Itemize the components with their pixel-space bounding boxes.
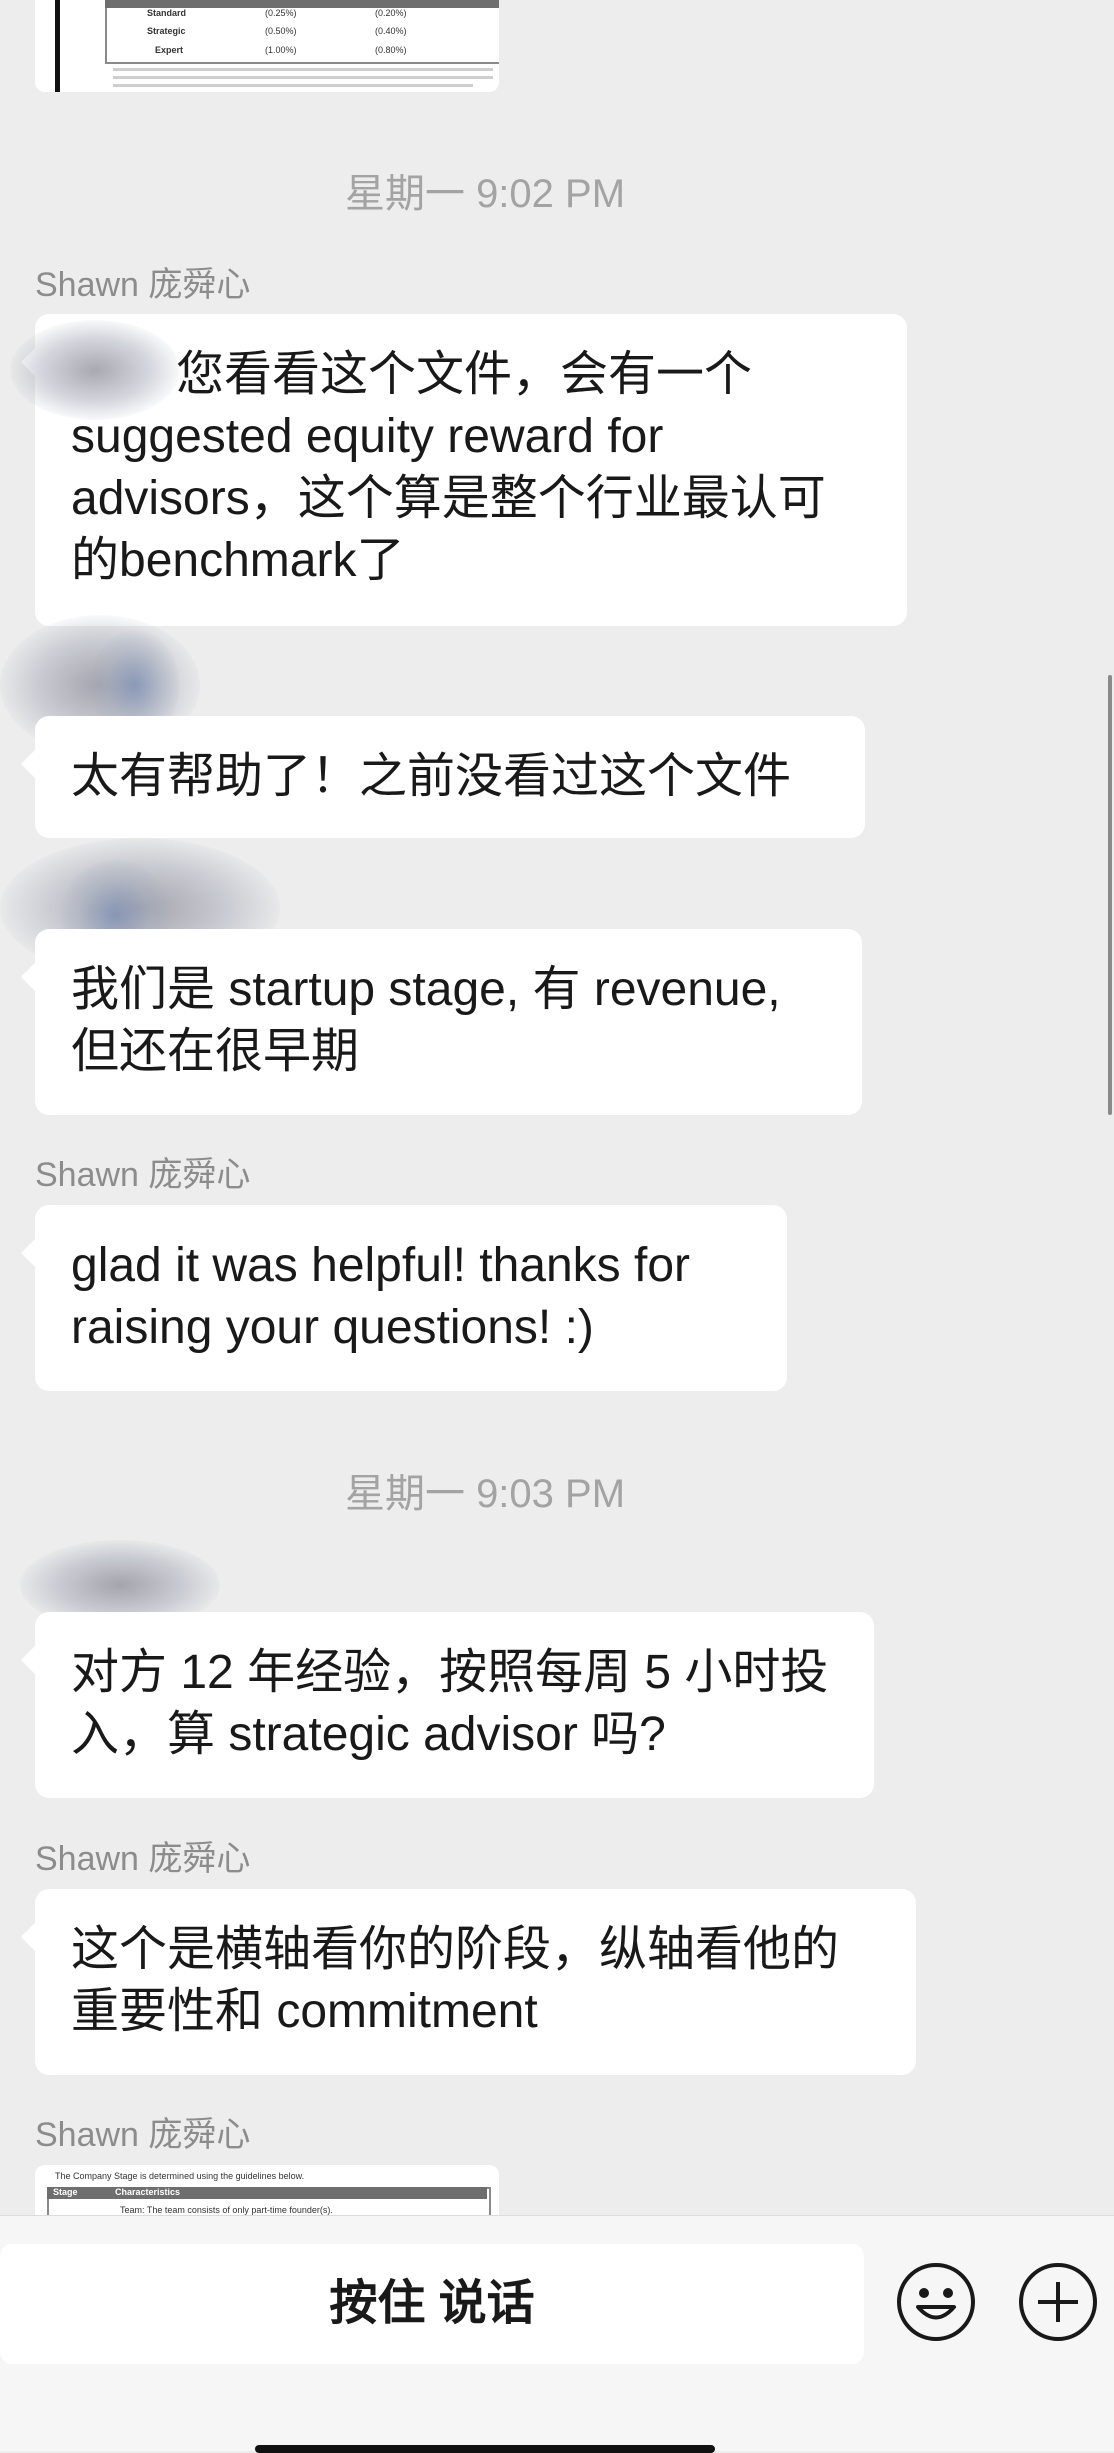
sender-name: Shawn 庞舜心 [35,266,251,304]
doc-row-text: Team: The team consists of only part-tim… [120,2205,333,2215]
redaction-blur [10,320,180,420]
doc-cell: (1.00%) [265,45,297,55]
doc-cell: (0.40%) [375,26,407,36]
doc-cell: (0.25%) [265,8,297,18]
plus-icon[interactable] [1018,2262,1098,2342]
document-image-top[interactable]: Standard Strategic Expert (0.25%) (0.20%… [35,0,499,92]
home-indicator [255,2445,715,2453]
emoji-icon[interactable] [896,2262,976,2342]
doc-cell: (0.80%) [375,45,407,55]
document-image-bottom[interactable]: The Company Stage is determined using th… [35,2165,499,2215]
sender-name: Shawn 庞舜心 [35,2116,251,2154]
sender-name: Shawn 庞舜心 [35,1840,251,1878]
message-text: 您看看这个文件，会有一个suggested equity reward for … [71,348,826,587]
hold-to-talk-button[interactable]: 按住 说话 [0,2244,864,2364]
message-text: 太有帮助了！之前没看过这个文件 [71,750,792,803]
message-text: 我们是 startup stage, 有 revenue, 但还在很早期 [71,963,781,1078]
message-bubble[interactable]: 太有帮助了！之前没看过这个文件 [21,716,865,838]
message-text: glad it was helpful! thanks for raising … [71,1239,691,1354]
timestamp: 星期一 9:02 PM [344,172,626,216]
doc-cell: (0.20%) [375,8,407,18]
message-bubble[interactable]: 我们是 startup stage, 有 revenue, 但还在很早期 [21,929,862,1115]
sender-name: Shawn 庞舜心 [35,1156,251,1194]
doc-row-expert: Expert [155,45,184,55]
message-bubble[interactable]: 对方 12 年经验，按照每周 5 小时投入，算 strategic adviso… [21,1612,874,1798]
message-text: 这个是横轴看你的阶段，纵轴看他的重要性和 commitment [71,1923,840,2038]
doc-cell: (0.50%) [265,26,297,36]
chat-area[interactable]: Standard Strategic Expert (0.25%) (0.20%… [0,0,1114,2215]
message-bubble[interactable]: glad it was helpful! thanks for raising … [21,1205,787,1391]
message-bubble[interactable]: 这个是横轴看你的阶段，纵轴看他的重要性和 commitment [21,1889,916,2075]
timestamp: 星期一 9:03 PM [344,1472,626,1516]
doc-row-standard: Standard [147,8,187,18]
scrollbar[interactable] [1108,675,1112,1115]
doc-col-characteristics: Characteristics [115,2187,181,2197]
doc-caption: The Company Stage is determined using th… [55,2171,305,2181]
doc-row-strategic: Strategic [147,26,186,36]
message-text: 对方 12 年经验，按照每周 5 小时投入，算 strategic adviso… [71,1646,829,1761]
input-bar: 按住 说话 [0,2215,1114,2451]
doc-col-stage: Stage [53,2187,78,2197]
